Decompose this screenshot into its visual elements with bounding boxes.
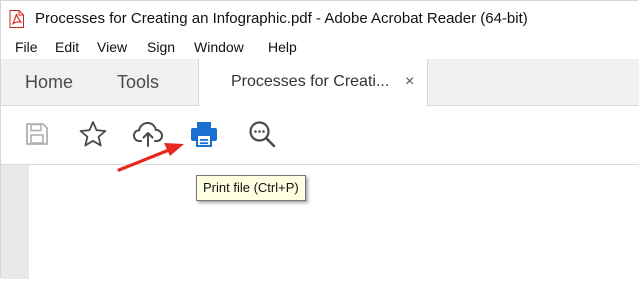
red-arrow-annotation — [117, 143, 184, 172]
print-tooltip: Print file (Ctrl+P) — [196, 175, 306, 201]
acrobat-window: Processes for Creating an Infographic.pd… — [0, 0, 639, 279]
